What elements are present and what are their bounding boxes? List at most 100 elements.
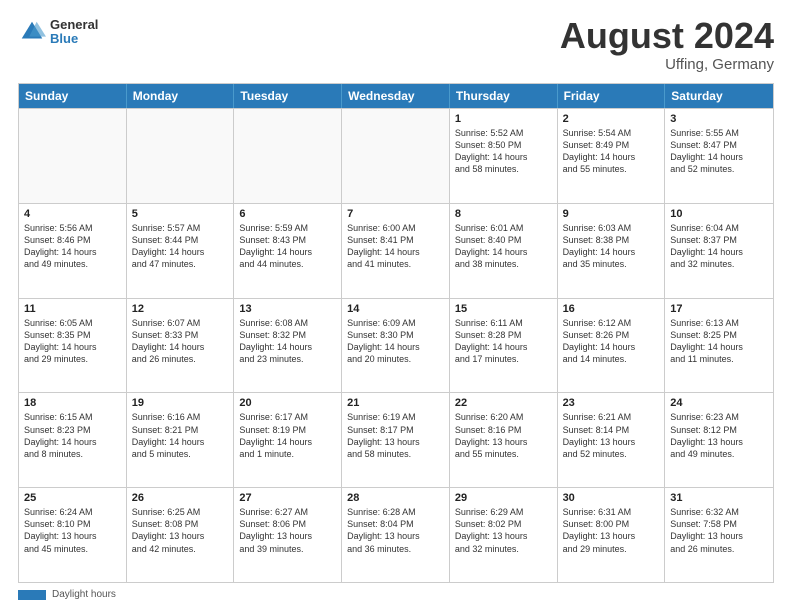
day-number: 9 [563,208,660,220]
calendar-row-2: 4 Sunrise: 5:56 AMSunset: 8:46 PMDaylight… [19,203,773,298]
day-number: 3 [670,113,768,125]
calendar-cell: 30 Sunrise: 6:31 AMSunset: 8:00 PMDayligh… [558,488,666,582]
calendar-cell: 13 Sunrise: 6:08 AMSunset: 8:32 PMDayligh… [234,299,342,393]
day-number: 2 [563,113,660,125]
footer: Daylight hours [18,589,774,600]
calendar-cell: 20 Sunrise: 6:17 AMSunset: 8:19 PMDayligh… [234,393,342,487]
cell-info: Sunrise: 6:19 AMSunset: 8:17 PMDaylight:… [347,411,444,460]
day-number: 7 [347,208,444,220]
header-day-saturday: Saturday [665,84,773,108]
cell-info: Sunrise: 6:23 AMSunset: 8:12 PMDaylight:… [670,411,768,460]
page: General Blue August 2024 Uffing, Germany… [0,0,792,612]
cell-info: Sunrise: 6:21 AMSunset: 8:14 PMDaylight:… [563,411,660,460]
calendar-cell: 1Sunrise: 5:52 AMSunset: 8:50 PMDaylight… [450,109,558,203]
header-day-monday: Monday [127,84,235,108]
header-day-friday: Friday [558,84,666,108]
day-number: 1 [455,113,552,125]
location: Uffing, Germany [560,56,774,73]
header: General Blue August 2024 Uffing, Germany [18,18,774,73]
day-number: 26 [132,492,229,504]
calendar-cell: 11 Sunrise: 6:05 AMSunset: 8:35 PMDayligh… [19,299,127,393]
day-number: 30 [563,492,660,504]
cell-info: Sunrise: 6:03 AMSunset: 8:38 PMDaylight:… [563,222,660,271]
cell-info: Sunrise: 6:12 AMSunset: 8:26 PMDaylight:… [563,317,660,366]
logo-line1: General [50,18,98,32]
calendar: SundayMondayTuesdayWednesdayThursdayFrid… [18,83,774,583]
logo-line2: Blue [50,32,98,46]
cell-info: Sunrise: 5:57 AMSunset: 8:44 PMDaylight:… [132,222,229,271]
calendar-cell: 14 Sunrise: 6:09 AMSunset: 8:30 PMDayligh… [342,299,450,393]
cell-info: Sunrise: 6:32 AMSunset: 7:58 PMDaylight:… [670,506,768,555]
calendar-cell: 6 Sunrise: 5:59 AMSunset: 8:43 PMDaylight… [234,204,342,298]
calendar-cell: 10 Sunrise: 6:04 AMSunset: 8:37 PMDayligh… [665,204,773,298]
cell-info: Sunrise: 6:07 AMSunset: 8:33 PMDaylight:… [132,317,229,366]
day-number: 28 [347,492,444,504]
calendar-cell: 2 Sunrise: 5:54 AMSunset: 8:49 PMDaylight… [558,109,666,203]
cell-info: Sunrise: 6:25 AMSunset: 8:08 PMDaylight:… [132,506,229,555]
calendar-cell: 3 Sunrise: 5:55 AMSunset: 8:47 PMDaylight… [665,109,773,203]
day-number: 12 [132,303,229,315]
calendar-body: 1Sunrise: 5:52 AMSunset: 8:50 PMDaylight… [19,108,773,582]
title-block: August 2024 Uffing, Germany [560,18,774,73]
calendar-cell [234,109,342,203]
header-day-thursday: Thursday [450,84,558,108]
calendar-cell: 12 Sunrise: 6:07 AMSunset: 8:33 PMDayligh… [127,299,235,393]
day-number: 10 [670,208,768,220]
cell-info: Sunrise: 6:08 AMSunset: 8:32 PMDaylight:… [239,317,336,366]
calendar-cell: 19 Sunrise: 6:16 AMSunset: 8:21 PMDayligh… [127,393,235,487]
day-number: 19 [132,397,229,409]
calendar-cell: 24 Sunrise: 6:23 AMSunset: 8:12 PMDayligh… [665,393,773,487]
daylight-bar-icon [18,590,46,600]
day-number: 15 [455,303,552,315]
calendar-cell: 25Sunrise: 6:24 AMSunset: 8:10 PMDayligh… [19,488,127,582]
calendar-cell: 4 Sunrise: 5:56 AMSunset: 8:46 PMDaylight… [19,204,127,298]
calendar-cell: 31Sunrise: 6:32 AMSunset: 7:58 PMDayligh… [665,488,773,582]
cell-info: Sunrise: 5:59 AMSunset: 8:43 PMDaylight:… [239,222,336,271]
calendar-row-4: 18 Sunrise: 6:15 AMSunset: 8:23 PMDayligh… [19,392,773,487]
calendar-cell: 15Sunrise: 6:11 AMSunset: 8:28 PMDayligh… [450,299,558,393]
calendar-cell: 17Sunrise: 6:13 AMSunset: 8:25 PMDayligh… [665,299,773,393]
cell-info: Sunrise: 6:16 AMSunset: 8:21 PMDaylight:… [132,411,229,460]
logo-text: General Blue [50,18,98,47]
cell-info: Sunrise: 6:04 AMSunset: 8:37 PMDaylight:… [670,222,768,271]
calendar-cell: 21Sunrise: 6:19 AMSunset: 8:17 PMDayligh… [342,393,450,487]
day-number: 6 [239,208,336,220]
day-number: 14 [347,303,444,315]
day-number: 20 [239,397,336,409]
day-number: 5 [132,208,229,220]
calendar-cell [19,109,127,203]
cell-info: Sunrise: 6:20 AMSunset: 8:16 PMDaylight:… [455,411,552,460]
calendar-header: SundayMondayTuesdayWednesdayThursdayFrid… [19,84,773,108]
cell-info: Sunrise: 5:54 AMSunset: 8:49 PMDaylight:… [563,127,660,176]
day-number: 24 [670,397,768,409]
calendar-cell: 18 Sunrise: 6:15 AMSunset: 8:23 PMDayligh… [19,393,127,487]
header-day-wednesday: Wednesday [342,84,450,108]
cell-info: Sunrise: 5:56 AMSunset: 8:46 PMDaylight:… [24,222,121,271]
calendar-cell: 29Sunrise: 6:29 AMSunset: 8:02 PMDayligh… [450,488,558,582]
day-number: 11 [24,303,121,315]
cell-info: Sunrise: 6:00 AMSunset: 8:41 PMDaylight:… [347,222,444,271]
day-number: 16 [563,303,660,315]
header-day-tuesday: Tuesday [234,84,342,108]
calendar-cell: 26 Sunrise: 6:25 AMSunset: 8:08 PMDayligh… [127,488,235,582]
calendar-row-3: 11 Sunrise: 6:05 AMSunset: 8:35 PMDayligh… [19,298,773,393]
day-number: 23 [563,397,660,409]
calendar-cell: 7 Sunrise: 6:00 AMSunset: 8:41 PMDaylight… [342,204,450,298]
cell-info: Sunrise: 6:09 AMSunset: 8:30 PMDaylight:… [347,317,444,366]
calendar-cell: 9 Sunrise: 6:03 AMSunset: 8:38 PMDaylight… [558,204,666,298]
calendar-cell: 5 Sunrise: 5:57 AMSunset: 8:44 PMDaylight… [127,204,235,298]
cell-info: Sunrise: 6:28 AMSunset: 8:04 PMDaylight:… [347,506,444,555]
header-day-sunday: Sunday [19,84,127,108]
cell-info: Sunrise: 5:55 AMSunset: 8:47 PMDaylight:… [670,127,768,176]
cell-info: Sunrise: 6:15 AMSunset: 8:23 PMDaylight:… [24,411,121,460]
cell-info: Sunrise: 6:24 AMSunset: 8:10 PMDaylight:… [24,506,121,555]
day-number: 4 [24,208,121,220]
day-number: 13 [239,303,336,315]
cell-info: Sunrise: 6:31 AMSunset: 8:00 PMDaylight:… [563,506,660,555]
calendar-cell: 27Sunrise: 6:27 AMSunset: 8:06 PMDayligh… [234,488,342,582]
cell-info: Sunrise: 6:17 AMSunset: 8:19 PMDaylight:… [239,411,336,460]
day-number: 18 [24,397,121,409]
calendar-cell: 28 Sunrise: 6:28 AMSunset: 8:04 PMDayligh… [342,488,450,582]
day-number: 27 [239,492,336,504]
cell-info: Sunrise: 6:05 AMSunset: 8:35 PMDaylight:… [24,317,121,366]
